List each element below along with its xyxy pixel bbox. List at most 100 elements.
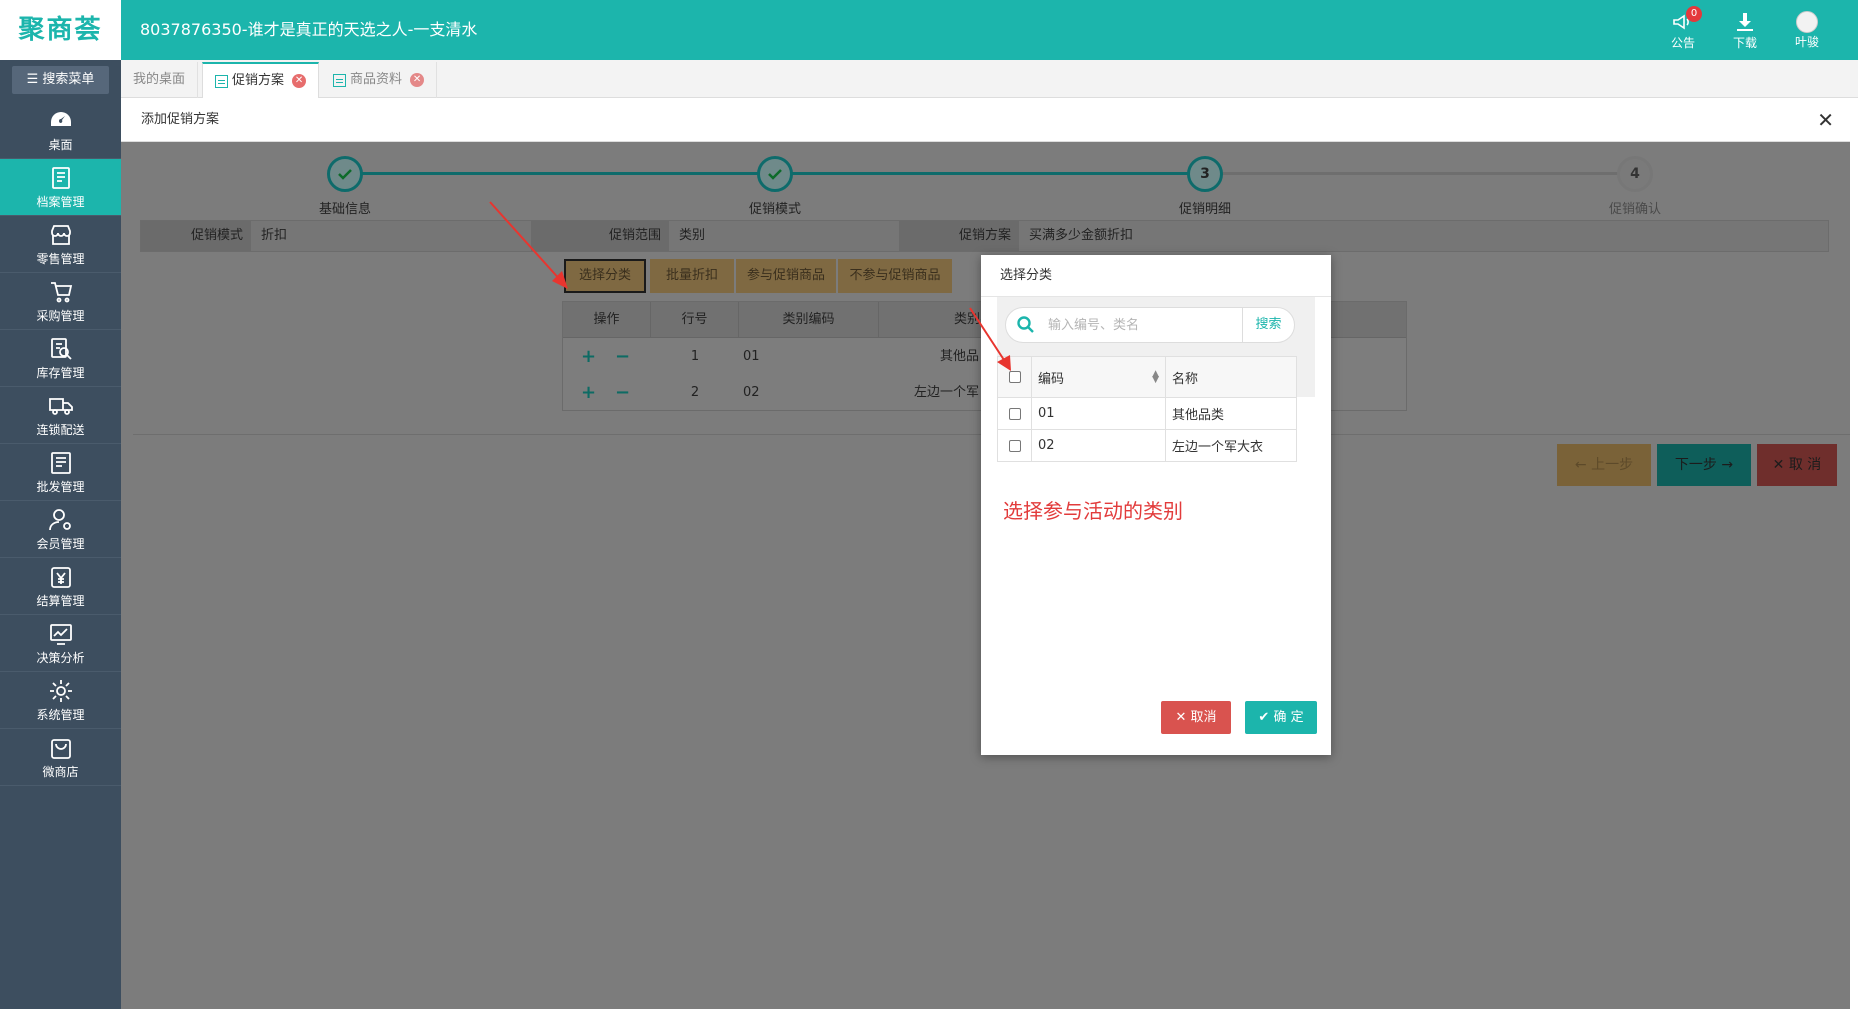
row-checkbox[interactable] <box>1008 407 1021 420</box>
sidebar-item-desktop[interactable]: 桌面 <box>0 102 121 159</box>
annotation-text: 选择参与活动的类别 <box>1003 499 1183 523</box>
col-header-code: 编码 <box>1038 371 1065 387</box>
step-label: 促销确认 <box>1608 202 1661 217</box>
search-button[interactable]: 搜索 <box>1242 308 1294 342</box>
notice-label: 公告 <box>1670 35 1695 50</box>
sidebar-item-label: 连锁配送 <box>36 422 85 437</box>
sidebar-item-system[interactable]: 系统管理 <box>0 672 121 729</box>
tab-bar: 我的桌面 促销方案 ✕ 商品资料 ✕ <box>121 60 1858 98</box>
tab-promotion-plan[interactable]: 促销方案 ✕ <box>202 62 320 98</box>
user-menu[interactable]: 叶骏 <box>1776 0 1838 60</box>
sidebar-item-member[interactable]: 会员管理 <box>0 501 121 558</box>
prev-step-button[interactable]: ← 上一步 <box>1557 444 1651 486</box>
promotion-info-bar: 促销模式 折扣 促销范围 类别 促销方案 买满多少金额折扣 <box>140 220 1829 252</box>
sidebar-item-retail[interactable]: 零售管理 <box>0 216 121 273</box>
add-row-icon[interactable]: + <box>581 375 596 411</box>
tab-my-desktop[interactable]: 我的桌面 <box>121 62 199 98</box>
sidebar-item-label: 系统管理 <box>36 707 85 722</box>
add-row-icon[interactable]: + <box>581 339 596 375</box>
plan-value: 买满多少金额折扣 <box>1029 228 1134 243</box>
sidebar-item-label: 档案管理 <box>36 194 85 209</box>
table-row[interactable]: 01 其他品类 <box>997 398 1297 430</box>
select-category-button[interactable]: 选择分类 <box>564 259 646 293</box>
step-circle <box>327 156 363 192</box>
download-button[interactable]: 下载 <box>1714 0 1776 60</box>
sidebar-item-settlement[interactable]: 结算管理 <box>0 558 121 615</box>
sidebar-item-analysis[interactable]: 决策分析 <box>0 615 121 672</box>
list-icon <box>333 73 346 87</box>
scope-key: 促销范围 <box>531 221 669 251</box>
search-menu-button[interactable]: ☰ 搜索菜单 <box>12 66 109 94</box>
cart-icon <box>50 281 72 302</box>
next-step-button[interactable]: 下一步 → <box>1657 444 1751 486</box>
col-header: 类别编码 <box>739 302 879 338</box>
member-icon <box>48 508 71 530</box>
row-name: 其他品类 <box>1172 408 1225 423</box>
step-promotion-mode: 促销模式 <box>715 156 835 217</box>
col-header: 行号 <box>651 302 739 338</box>
stepper-remaining-line <box>1205 172 1635 175</box>
row-name: 其他品 <box>939 349 979 364</box>
sidebar-item-wholesale[interactable]: 批发管理 <box>0 444 121 501</box>
prev-label: 上一步 <box>1591 457 1634 473</box>
check-icon <box>338 169 352 180</box>
confirm-label: 确 定 <box>1273 710 1304 725</box>
app-logo[interactable]: 聚商荟 <box>0 0 121 60</box>
sidebar-item-label: 库存管理 <box>36 365 85 380</box>
remove-row-icon[interactable]: − <box>615 375 630 411</box>
step-circle: 3 <box>1187 156 1223 192</box>
wholesale-icon <box>50 451 71 474</box>
mode-value: 折扣 <box>261 228 288 243</box>
search-input[interactable] <box>1048 314 1228 336</box>
store-icon <box>50 224 71 245</box>
exclude-goods-button[interactable]: 不参与促销商品 <box>838 259 952 293</box>
sidebar-item-label: 会员管理 <box>36 536 85 551</box>
row-code: 01 <box>1032 398 1166 429</box>
plan-key: 促销方案 <box>899 221 1019 251</box>
tab-label: 商品资料 <box>350 72 403 87</box>
step-circle <box>757 156 793 192</box>
next-label: 下一步 <box>1674 457 1717 473</box>
sidebar-item-inventory[interactable]: 库存管理 <box>0 330 121 387</box>
cancel-page-button[interactable]: ✕ 取 消 <box>1757 444 1837 486</box>
table-row[interactable]: 02 左边一个军大衣 <box>997 430 1297 462</box>
step-label: 基础信息 <box>318 202 371 217</box>
sidebar-item-distribution[interactable]: 连锁配送 <box>0 387 121 444</box>
sidebar-item-microstore[interactable]: 微商店 <box>0 729 121 786</box>
close-icon[interactable]: ✕ <box>1817 98 1834 142</box>
search-menu-label: 搜索菜单 <box>42 72 95 87</box>
scope-value: 类别 <box>679 228 706 243</box>
row-name: 左边一个军大衣 <box>1172 440 1264 455</box>
inventory-icon <box>50 337 72 360</box>
batch-discount-button[interactable]: 批量折扣 <box>650 259 734 293</box>
dialog-title: 选择分类 <box>981 255 1331 297</box>
remove-row-icon[interactable]: − <box>615 339 630 375</box>
notice-button[interactable]: 0 公告 <box>1652 0 1714 60</box>
scrollbar[interactable] <box>1850 98 1858 1009</box>
tab-product-data[interactable]: 商品资料 ✕ <box>321 62 438 98</box>
row-checkbox[interactable] <box>1008 439 1021 452</box>
dialog-confirm-button[interactable]: ✔ 确 定 <box>1245 701 1317 734</box>
panel-title: 添加促销方案 <box>141 112 220 127</box>
select-all-checkbox[interactable] <box>1008 371 1021 383</box>
panel-header: 添加促销方案 ✕ <box>121 98 1850 142</box>
sidebar-item-archive[interactable]: 档案管理 <box>0 159 121 216</box>
close-tab-icon[interactable]: ✕ <box>410 73 425 87</box>
search-icon <box>1017 316 1034 333</box>
sidebar-item-purchase[interactable]: 采购管理 <box>0 273 121 330</box>
check-icon <box>768 169 782 180</box>
row-code: 02 <box>743 385 760 400</box>
sort-icon[interactable]: ▲ ▼ <box>1152 370 1159 385</box>
include-goods-button[interactable]: 参与促销商品 <box>736 259 836 293</box>
step-circle: 4 <box>1617 156 1653 192</box>
sidebar-item-label: 决策分析 <box>36 650 85 665</box>
sidebar-item-label: 微商店 <box>42 764 79 779</box>
close-tab-icon[interactable]: ✕ <box>292 74 307 88</box>
row-line: 1 <box>690 349 700 364</box>
logo-text: 聚商荟 <box>18 15 103 45</box>
select-category-dialog: 选择分类 搜索 编码 ▲▼ 名称 01 其他品类 02 左边一个军大衣 选择参与活… <box>981 255 1331 755</box>
sidebar-item-label: 批发管理 <box>36 479 85 494</box>
archive-icon <box>51 166 70 189</box>
dashboard-icon <box>50 111 71 126</box>
dialog-cancel-button[interactable]: ✕ 取消 <box>1161 701 1231 734</box>
